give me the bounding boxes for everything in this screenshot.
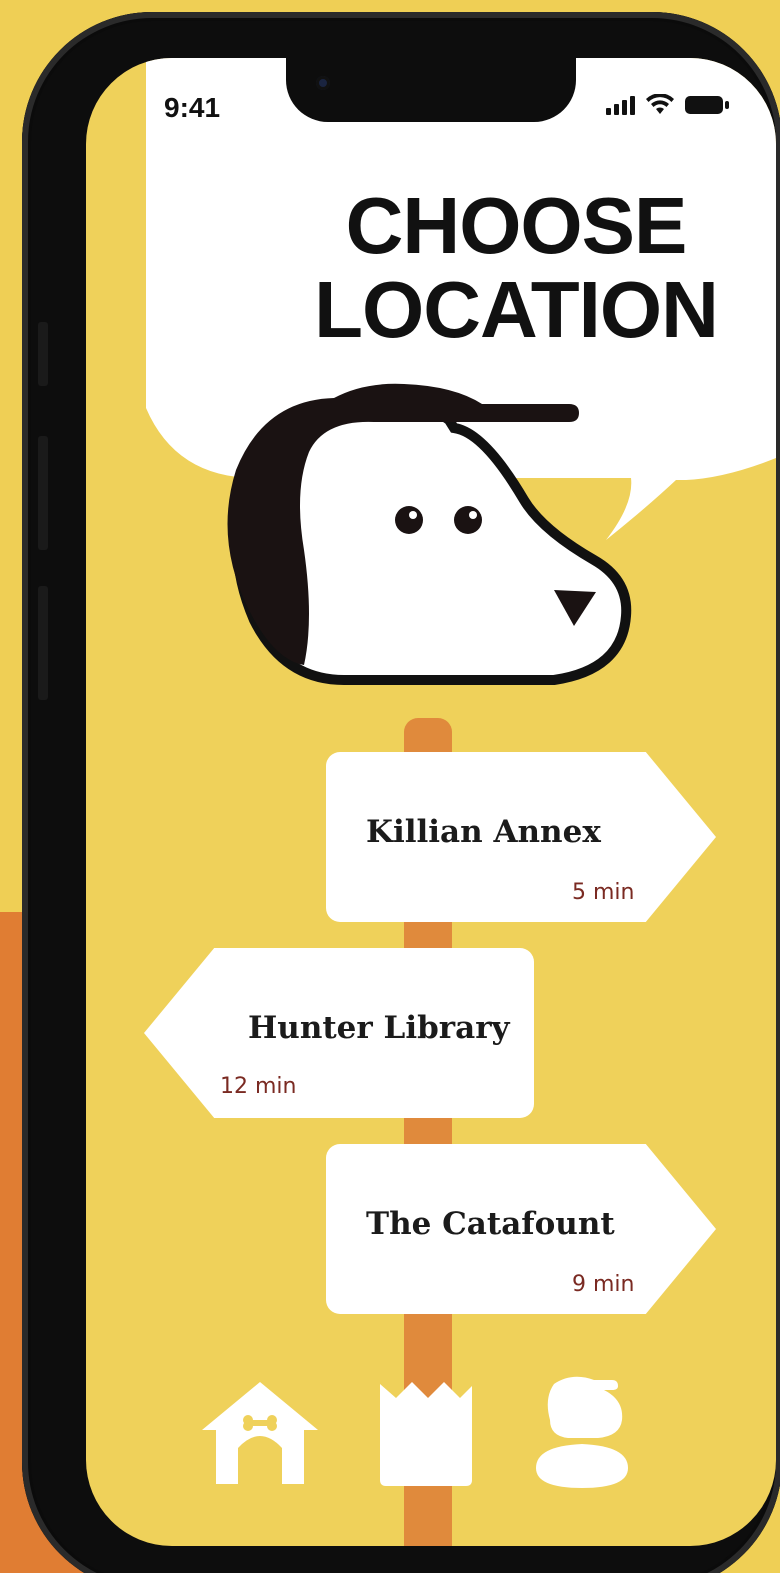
location-sign-the-catafount[interactable]: The Catafount 9 min [326,1144,716,1314]
location-time: 5 min [572,880,635,905]
volume-down-button [38,586,48,700]
location-time: 9 min [572,1272,635,1297]
status-time: 9:41 [164,92,221,123]
location-time: 12 min [220,1074,297,1099]
phone-frame: 9:41 CHOOSE LOCATION Killian Annex 5 min… [22,12,780,1573]
mute-switch [38,322,48,386]
location-name: Hunter Library [248,1010,510,1046]
profile-icon [536,1376,628,1488]
location-sign-hunter-library[interactable]: Hunter Library 12 min [144,948,534,1118]
nav-item-profile[interactable] [532,1374,632,1495]
bag-icon [380,1382,472,1486]
wifi-icon [646,94,674,114]
camera-icon [316,76,330,90]
doghouse-icon [202,1382,318,1484]
bottom-nav [186,1368,646,1498]
location-sign-killian-annex[interactable]: Killian Annex 5 min [326,752,716,922]
page-title: CHOOSE LOCATION [314,181,719,354]
phone-screen: 9:41 CHOOSE LOCATION Killian Annex 5 min… [86,58,776,1546]
volume-up-button [38,436,48,550]
nav-item-bag[interactable] [376,1376,476,1493]
location-name: The Catafount [366,1206,615,1242]
nav-item-home[interactable] [200,1378,320,1493]
battery-icon [685,96,729,114]
status-icons [606,94,730,116]
app-stage: 9:41 CHOOSE LOCATION Killian Annex 5 min… [0,0,780,1573]
dog-mascot-icon [227,383,632,685]
phone-notch [286,58,576,122]
location-name: Killian Annex [366,814,601,850]
cellular-signal-icon [606,96,635,115]
